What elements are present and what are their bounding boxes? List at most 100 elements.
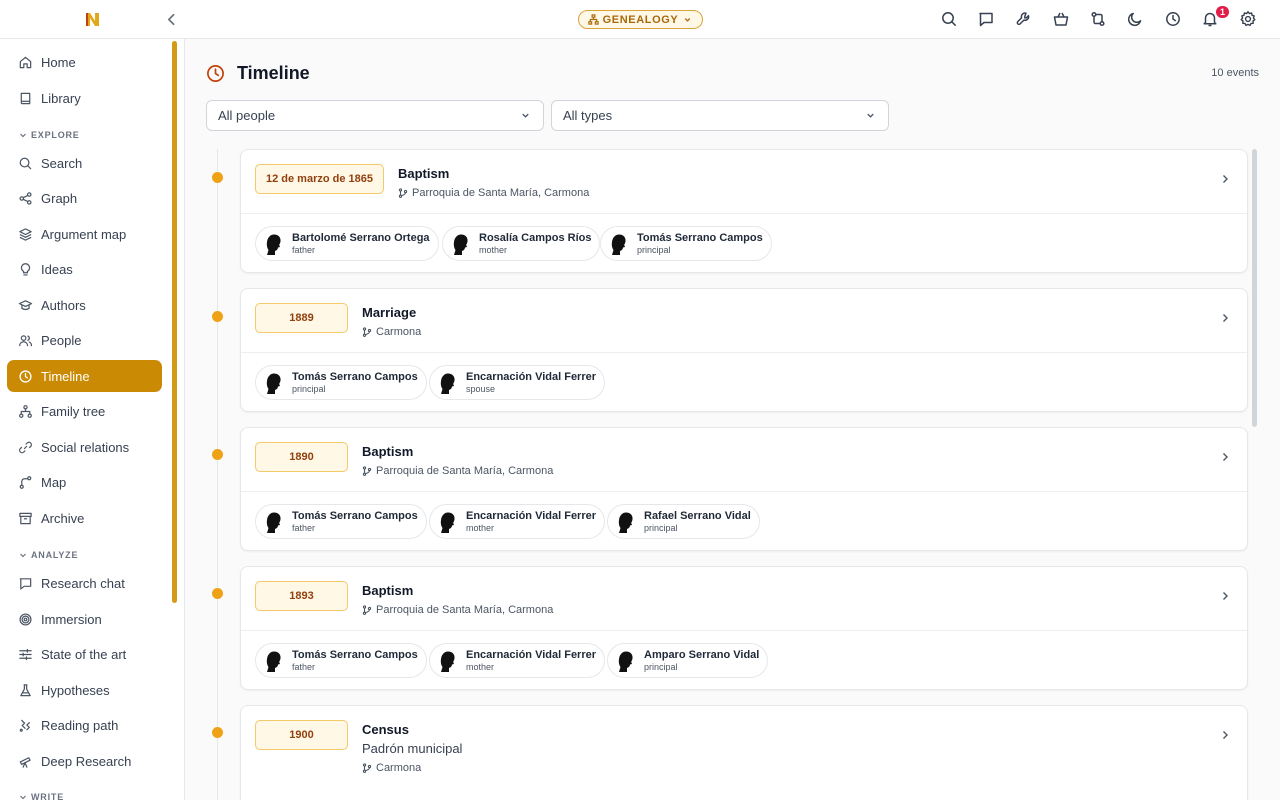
sidebar-item-label: Authors [41,297,86,313]
person-chip[interactable]: Encarnación Vidal Ferrer spouse [429,365,606,400]
branch-icon [362,763,372,773]
sidebar-item-argument-map[interactable]: Argument map [7,218,162,250]
person-chip[interactable]: Tomás Serrano Campos father [255,504,427,539]
sidebar-item-archive[interactable]: Archive [7,502,162,534]
map-route-icon [19,475,32,489]
git-compare-icon[interactable] [1089,10,1107,28]
search-icon [19,157,32,169]
people-filter-select[interactable]: All people [206,100,544,131]
chevron-right-icon[interactable] [1218,311,1232,325]
person-chip[interactable]: Tomás Serrano Campos principal [255,365,427,400]
sidebar-item-state-of-the-art[interactable]: State of the art [7,638,162,670]
sidebar-item-family-tree[interactable]: Family tree [7,395,162,427]
sidebar-item-label: Timeline [41,368,90,384]
search-icon[interactable] [940,10,958,28]
person-chip[interactable]: Encarnación Vidal Ferrer mother [429,643,606,678]
sidebar-item-research-chat[interactable]: Research chat [7,567,162,599]
sidebar-item-home[interactable]: Home [7,46,162,78]
users-icon [19,334,33,346]
main-scrollbar[interactable] [1252,149,1257,427]
gear-icon[interactable] [1239,10,1257,28]
sidebar-item-label: Home [41,54,76,70]
moon-icon[interactable] [1126,10,1144,28]
chevron-right-icon[interactable] [1218,728,1232,742]
book-icon [20,92,31,104]
timeline-dot [212,311,223,322]
sidebar-item-deep-research[interactable]: Deep Research [7,745,162,777]
person-chip[interactable]: Bartolomé Serrano Ortega father [255,226,439,261]
person-silhouette-icon [440,512,455,533]
person-role: father [292,661,316,672]
telescope-icon [19,756,31,768]
basket-icon[interactable] [1052,10,1070,28]
chevron-down-icon [522,113,529,118]
person-chip[interactable]: Rafael Serrano Vidal principal [607,504,760,539]
chat-icon[interactable] [977,10,995,28]
wrench-icon[interactable] [1015,10,1033,28]
sidebar-section-analyze[interactable]: ANALYZE [19,550,78,560]
person-role: spouse [466,383,496,394]
app-logo[interactable] [84,11,101,28]
sidebar-item-label: Family tree [41,403,106,419]
chevron-right-icon[interactable] [1218,172,1232,186]
person-silhouette-icon [266,651,281,672]
person-chip[interactable]: Tomás Serrano Campos father [255,643,427,678]
person-chip[interactable]: Encarnación Vidal Ferrer mother [429,504,606,539]
notification-badge: 1 [1215,5,1230,19]
event-type: Census [362,722,409,737]
person-chip[interactable]: Amparo Serrano Vidal principal [607,643,769,678]
person-name: Tomás Serrano Campos [292,509,418,522]
sidebar-item-social-relations[interactable]: Social relations [7,431,162,463]
sidebar-item-hypotheses[interactable]: Hypotheses [7,674,162,706]
sidebar-item-library[interactable]: Library [7,82,162,114]
person-name: Tomás Serrano Campos [292,370,418,383]
sidebar-item-timeline[interactable]: Timeline [7,360,162,392]
event-card-header: 1900 Census Padrón municipal Carmona [241,706,1247,800]
event-participants: Bartolomé Serrano Ortega father Rosalía C… [241,214,1247,272]
sidebar-item-immersion[interactable]: Immersion [7,603,162,635]
person-chip[interactable]: Tomás Serrano Campos principal [600,226,772,261]
lightbulb-icon [20,262,31,276]
top-bar: GENEALOGY 1 [0,0,1280,39]
type-filter-select[interactable]: All types [551,100,889,131]
sidebar-item-label: Archive [41,510,85,526]
person-name: Amparo Serrano Vidal [644,648,760,661]
sidebar-item-map[interactable]: Map [7,466,162,498]
person-name: Rafael Serrano Vidal [644,509,751,522]
chevron-right-icon[interactable] [1218,589,1232,603]
sidebar-item-reading-path[interactable]: Reading path [7,709,162,741]
mode-switcher[interactable]: GENEALOGY [578,10,703,29]
event-card[interactable]: 1893 Baptism Parroquia de Santa María, C… [240,566,1248,690]
sidebar-item-graph[interactable]: Graph [7,182,162,214]
branch-icon [398,188,408,198]
chevron-right-icon[interactable] [1218,450,1232,464]
person-role: principal [644,522,678,533]
person-name: Tomás Serrano Campos [637,231,763,244]
event-card[interactable]: 12 de marzo de 1865 Baptism Parroquia de… [240,149,1248,273]
sidebar-item-people[interactable]: People [7,324,162,356]
page-title: Timeline [237,63,310,83]
event-card[interactable]: 1900 Census Padrón municipal Carmona [240,705,1248,800]
person-role: mother [466,661,495,672]
sidebar-section-explore[interactable]: EXPLORE [19,130,80,140]
chevron-down-icon [867,113,874,118]
home-icon [19,56,32,68]
sidebar-section-write[interactable]: WRITE [19,792,64,800]
sidebar-item-authors[interactable]: Authors [7,289,162,321]
sidebar-item-ideas[interactable]: Ideas [7,253,162,285]
sliders-icon [19,648,32,660]
branch-icon [362,327,372,337]
event-date-badge: 1900 [255,720,348,750]
event-place: Carmona [362,326,421,338]
event-card[interactable]: 1890 Baptism Parroquia de Santa María, C… [240,427,1248,551]
history-clock-icon[interactable] [1164,10,1182,28]
sidebar-scrollbar[interactable] [172,41,177,603]
event-date-badge: 12 de marzo de 1865 [255,164,384,194]
sidebar-item-search[interactable]: Search [7,147,162,179]
collapse-sidebar-icon[interactable] [163,11,180,28]
event-date-badge: 1893 [255,581,348,611]
person-chip[interactable]: Rosalía Campos Ríos mother [442,226,601,261]
sidebar-item-label: State of the art [41,646,127,662]
event-type: Baptism [398,166,450,181]
event-card[interactable]: 1889 Marriage Carmona Tomás Serrano Camp… [240,288,1248,412]
